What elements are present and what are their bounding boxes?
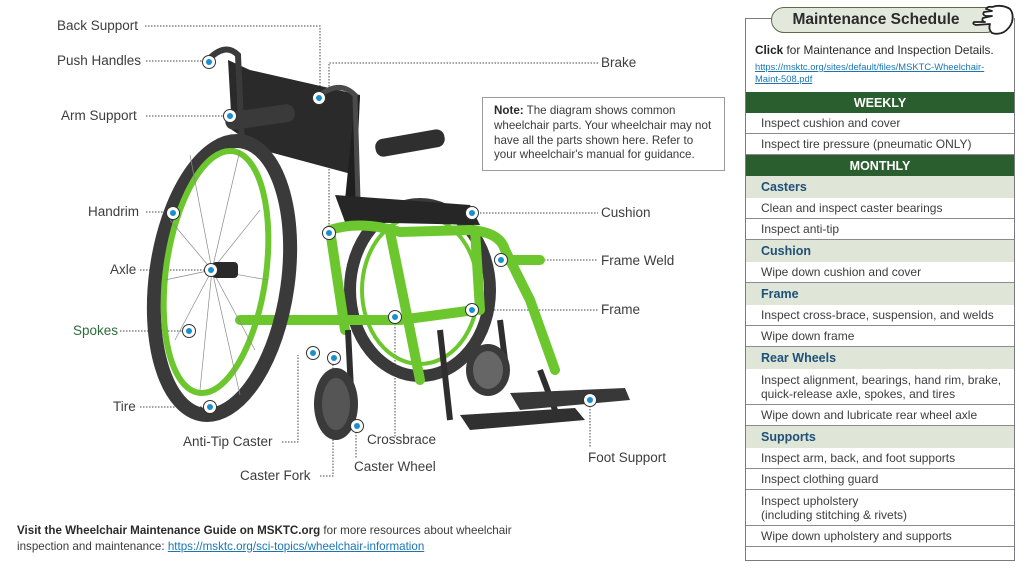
wheelchair-illustration (120, 25, 630, 477)
row-text: Wipe down frame (761, 329, 855, 343)
leader-anti-tip (282, 355, 299, 443)
schedule-subheader: Cushion (746, 240, 1014, 262)
label-crossbrace: Crossbrace (367, 432, 437, 447)
row-text: MONTHLY (849, 158, 911, 173)
row-text: Inspect cross-brace, suspension, and wel… (761, 308, 994, 322)
marker-axle (204, 263, 218, 277)
row-text: Inspect arm, back, and foot supports (761, 451, 956, 465)
schedule-intro: Click for Maintenance and Inspection Det… (755, 43, 1015, 58)
intro-text: for Maintenance and Inspection Details. (783, 43, 994, 57)
row-text: Inspect upholstery (including stitching … (761, 493, 908, 522)
schedule-pdf-link[interactable]: https://msktc.org/sites/default/files/MS… (755, 61, 1010, 85)
schedule-item: Wipe down and lubricate rear wheel axle (746, 405, 1014, 426)
schedule-item: Inspect anti-tip (746, 219, 1014, 240)
footplate-near (460, 408, 585, 430)
marker-caster-fork (327, 351, 341, 365)
label-frame-weld: Frame Weld (601, 253, 675, 268)
note-text: The diagram shows common wheelchair part… (494, 104, 712, 162)
row-text: Wipe down and lubricate rear wheel axle (761, 408, 978, 422)
schedule-subheader: Rear Wheels (746, 347, 1014, 369)
label-brake: Brake (601, 55, 637, 70)
marker-back-support (312, 91, 326, 105)
schedule-item: Clean and inspect caster bearings (746, 198, 1014, 219)
row-text: Frame (761, 287, 799, 301)
marker-tire (203, 400, 217, 414)
marker-frame (465, 303, 479, 317)
label-caster-wheel: Caster Wheel (354, 459, 436, 474)
label-axle: Axle (110, 262, 137, 277)
row-text: Inspect anti-tip (761, 222, 840, 236)
marker-handrim (166, 206, 180, 220)
label-foot-support: Foot Support (588, 450, 667, 465)
schedule-title[interactable]: Maintenance Schedule (771, 7, 999, 33)
marker-foot-support (583, 393, 597, 407)
schedule-table: WEEKLY Inspect cushion and cover Inspect t… (746, 92, 1014, 547)
schedule-item: Inspect alignment, bearings, hand rim, b… (746, 369, 1014, 405)
footer-link[interactable]: https://msktc.org/sci-topics/wheelchair-… (168, 540, 424, 553)
label-arm-support: Arm Support (61, 108, 137, 123)
marker-crossbrace (388, 310, 402, 324)
label-cushion: Cushion (601, 205, 651, 220)
row-text: Inspect tire pressure (pneumatic ONLY) (761, 137, 972, 151)
schedule-item: Inspect tire pressure (pneumatic ONLY) (746, 134, 1014, 155)
near-rear-wheel (146, 134, 298, 422)
marker-push-handles (202, 55, 216, 69)
marker-caster-wheel (350, 419, 364, 433)
schedule-subheader: Casters (746, 176, 1014, 198)
note-box: Note: The diagram shows common wheelchai… (482, 97, 725, 171)
label-frame: Frame (601, 302, 641, 317)
wheelchair-diagram: Back Support Push Handles Arm Support Ha… (0, 0, 740, 568)
row-text: Cushion (761, 244, 811, 258)
marker-arm-support (223, 109, 237, 123)
row-text: Inspect clothing guard (761, 472, 879, 486)
note-label: Note: (494, 104, 524, 117)
schedule-item: Wipe down upholstery and supports (746, 526, 1014, 547)
row-text: Supports (761, 430, 816, 444)
schedule-item: Inspect upholstery (including stitching … (746, 490, 1014, 526)
schedule-item: Inspect clothing guard (746, 469, 1014, 490)
schedule-section-header: WEEKLY (746, 92, 1014, 113)
footplate-far (510, 388, 630, 410)
intro-click: Click (755, 43, 784, 57)
row-text: Clean and inspect caster bearings (761, 201, 943, 215)
label-handrim: Handrim (88, 204, 140, 219)
schedule-item: Wipe down frame (746, 326, 1014, 347)
row-text: Wipe down cushion and cover (761, 265, 922, 279)
label-push-handles: Push Handles (57, 53, 142, 68)
schedule-item: Inspect arm, back, and foot supports (746, 448, 1014, 469)
marker-cushion (465, 206, 479, 220)
label-anti-tip-caster: Anti-Tip Caster (183, 434, 273, 449)
schedule-item: Wipe down cushion and cover (746, 262, 1014, 283)
marker-anti-tip-caster (306, 346, 320, 360)
schedule-subheader: Supports (746, 426, 1014, 448)
footer-bold: Visit the Wheelchair Maintenance Guide o… (17, 524, 321, 537)
row-text: Casters (761, 180, 807, 194)
schedule-item: Inspect cross-brace, suspension, and wel… (746, 305, 1014, 326)
footer-text: Visit the Wheelchair Maintenance Guide o… (17, 523, 537, 554)
label-back-support: Back Support (57, 18, 139, 33)
row-text: Rear Wheels (761, 351, 837, 365)
label-spokes: Spokes (73, 323, 119, 338)
schedule-section-header: MONTHLY (746, 155, 1014, 176)
row-text: Inspect alignment, bearings, hand rim, b… (761, 372, 1002, 401)
marker-brake (322, 226, 336, 240)
row-text: Wipe down upholstery and supports (761, 529, 952, 543)
schedule-item: Inspect cushion and cover (746, 113, 1014, 134)
label-caster-fork: Caster Fork (240, 468, 311, 483)
pointing-hand-icon[interactable] (970, 2, 1020, 36)
marker-frame-weld (494, 253, 508, 267)
marker-spokes (182, 324, 196, 338)
label-tire: Tire (113, 399, 136, 414)
row-text: Inspect cushion and cover (761, 116, 901, 130)
row-text: WEEKLY (853, 95, 907, 110)
schedule-subheader: Frame (746, 283, 1014, 305)
